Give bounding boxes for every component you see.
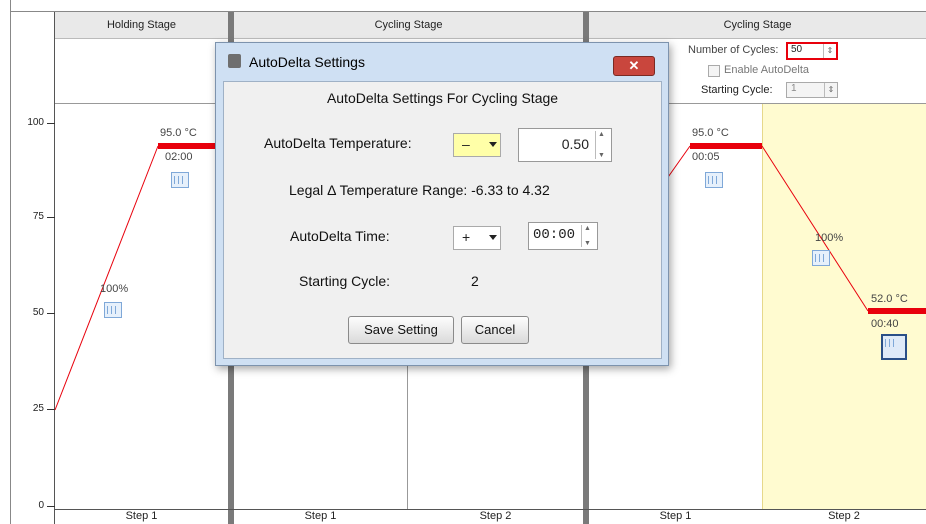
dialog-heading: AutoDelta Settings For Cycling Stage <box>326 90 559 106</box>
data-collection-icon[interactable] <box>705 172 723 188</box>
ramp-line-cycling-down <box>761 145 869 312</box>
time-sign-value: + <box>462 229 471 245</box>
starting-cycle-label: Starting Cycle: <box>299 273 391 289</box>
cycles-spinner[interactable]: 50 ⇕ <box>786 42 838 60</box>
autodelta-settings-dialog: AutoDelta Settings ✕ AutoDelta Settings … <box>215 42 669 366</box>
app-icon <box>228 54 241 68</box>
legal-range-text: Legal Δ Temperature Range: -6.33 to 4.32 <box>289 182 550 198</box>
ramp-rate-holding[interactable]: 100% <box>100 283 128 295</box>
time-label-holding[interactable]: 02:00 <box>165 151 193 163</box>
dialog-body: AutoDelta Settings For Cycling Stage Aut… <box>223 81 662 359</box>
chevron-down-icon <box>489 235 497 240</box>
data-collection-icon[interactable] <box>104 302 122 318</box>
temp-hold-bar-cycling2-step2[interactable] <box>868 308 926 314</box>
temperature-spinner[interactable]: 0.50 <box>518 128 612 162</box>
dialog-title: AutoDelta Settings <box>249 54 365 70</box>
temperature-sign-value: – <box>462 136 470 152</box>
time-label: AutoDelta Time: <box>290 228 390 244</box>
dialog-title-bar[interactable]: AutoDelta Settings ✕ <box>216 43 668 79</box>
temperature-sign-select[interactable]: – <box>453 133 501 157</box>
save-setting-button[interactable]: Save Setting <box>348 316 454 344</box>
spinner-updown-icon[interactable]: ⇕ <box>824 83 837 97</box>
spinner-updown-icon[interactable] <box>581 225 595 247</box>
temp-label-cycling2-step2[interactable]: 52.0 °C <box>871 293 908 305</box>
temperature-label: AutoDelta Temperature: <box>264 135 412 151</box>
data-collection-icon[interactable] <box>812 250 830 266</box>
cycles-label: Number of Cycles: <box>688 44 779 56</box>
cancel-button[interactable]: Cancel <box>461 316 529 344</box>
time-sign-select[interactable]: + <box>453 226 501 250</box>
starting-cycle-value: 2 <box>471 273 479 289</box>
data-collection-icon[interactable] <box>171 172 189 188</box>
close-button[interactable]: ✕ <box>613 56 655 76</box>
temp-label-cycling2-step1[interactable]: 95.0 °C <box>692 127 729 139</box>
data-collection-icon-active[interactable] <box>881 334 907 360</box>
ramp-line-cycling-in <box>665 145 691 181</box>
time-value: 00:00 <box>532 227 575 243</box>
time-spinner[interactable]: 00:00 <box>528 222 598 250</box>
ramp-line-holding <box>54 145 159 411</box>
ramp-rate-cycling2-step2[interactable]: 100% <box>815 232 843 244</box>
temp-label-holding[interactable]: 95.0 °C <box>160 127 197 139</box>
temp-hold-bar-cycling2-step1[interactable] <box>690 143 762 149</box>
enable-autodelta-label: Enable AutoDelta <box>724 64 810 76</box>
chevron-down-icon <box>489 142 497 147</box>
cycles-value: 50 <box>791 44 803 55</box>
spinner-updown-icon[interactable]: ⇕ <box>823 44 836 58</box>
starting-cycle-spinner[interactable]: 1 ⇕ <box>786 82 838 98</box>
time-label-cycling2-step1[interactable]: 00:05 <box>692 151 720 163</box>
enable-autodelta-checkbox[interactable] <box>708 65 720 77</box>
time-label-cycling2-step2[interactable]: 00:40 <box>871 318 899 330</box>
starting-cycle-value: 1 <box>791 83 797 94</box>
starting-cycle-label: Starting Cycle: <box>701 84 773 96</box>
spinner-updown-icon[interactable] <box>595 131 609 159</box>
temperature-value: 0.50 <box>561 136 589 152</box>
